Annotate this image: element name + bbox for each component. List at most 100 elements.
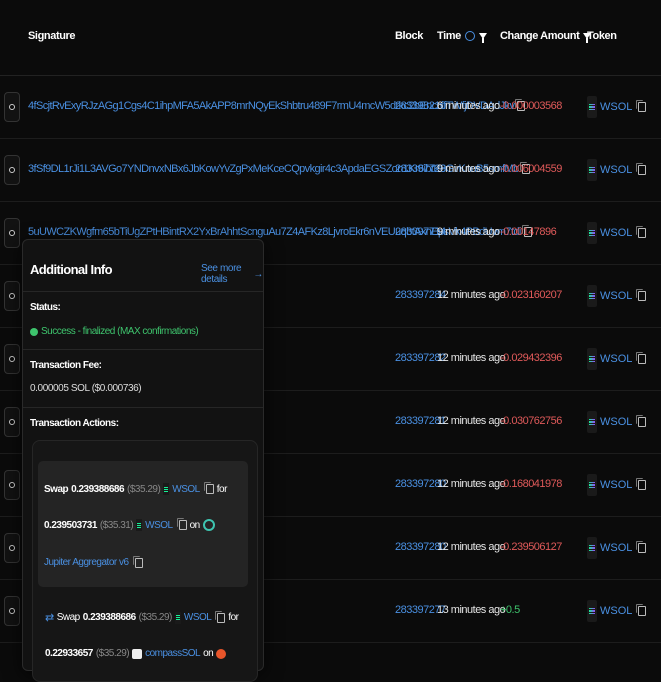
token-link[interactable]: WSOL <box>600 605 632 617</box>
wsol-icon <box>587 600 597 622</box>
token-cell: WSOL <box>587 600 647 622</box>
action-1-for: for <box>216 483 228 495</box>
actions-label: Transaction Actions: <box>30 418 119 429</box>
action-2-token-in-link[interactable]: WSOL <box>184 612 212 623</box>
time-cell: 12 minutes ago <box>437 541 506 553</box>
eye-icon <box>9 356 15 362</box>
eye-icon <box>9 104 15 110</box>
view-details-button[interactable] <box>4 218 20 248</box>
wsol-icon <box>587 474 597 496</box>
time-cell: 12 minutes ago <box>437 352 506 364</box>
see-more-label: See more details <box>201 263 242 285</box>
see-more-details-link[interactable]: See more details → <box>201 263 263 285</box>
view-details-button[interactable] <box>4 596 20 626</box>
action-1-token-in-link[interactable]: WSOL <box>172 484 200 495</box>
copy-icon[interactable] <box>203 482 214 494</box>
change-amount-cell: -0.030762756 <box>500 415 562 427</box>
divider <box>23 407 263 408</box>
time-cell: 9 minutes ago <box>437 163 500 175</box>
wsol-icon <box>587 159 597 181</box>
col-token-label: Token <box>587 30 617 42</box>
action-1-line-3: Jupiter Aggregator v6 <box>44 555 143 568</box>
wsol-icon <box>174 611 181 624</box>
copy-icon[interactable] <box>636 100 647 112</box>
token-cell: WSOL <box>587 222 647 244</box>
copy-icon[interactable] <box>132 555 143 568</box>
clock-icon[interactable] <box>464 31 475 41</box>
view-details-button[interactable] <box>4 470 20 500</box>
view-details-button[interactable] <box>4 92 20 122</box>
change-amount-cell: -0.168041978 <box>500 478 562 490</box>
action-1-program-link[interactable]: Jupiter Aggregator v6 <box>44 557 129 568</box>
action-2-on: on <box>203 648 214 659</box>
check-circle-icon <box>30 327 38 336</box>
token-link[interactable]: WSOL <box>600 227 632 239</box>
additional-info-popup: Additional Info See more details → Statu… <box>22 239 264 682</box>
action-1-token-out-link[interactable]: WSOL <box>145 520 173 531</box>
token-cell: WSOL <box>587 348 647 370</box>
transaction-actions: Swap 0.239388686 ($35.29) WSOL for 0.239… <box>32 440 258 682</box>
action-1-usd-out: ($35.31) <box>99 519 134 531</box>
view-details-button[interactable] <box>4 155 20 185</box>
change-amount-cell: -0.029432396 <box>500 352 562 364</box>
copy-icon[interactable] <box>636 289 647 301</box>
time-cell: 12 minutes ago <box>437 289 506 301</box>
action-2-amount-out: 0.22933657 <box>45 648 93 659</box>
table-header: Signature Block Time Change Amount Token <box>0 0 661 76</box>
orca-icon <box>216 648 227 659</box>
change-amount-cell: -0.000003568 <box>500 100 562 112</box>
table-row: 4fScjtRvExyRJzAGg1Cgs4C1ihpMFA5AkAPP8mrN… <box>0 76 661 139</box>
token-link[interactable]: WSOL <box>600 353 632 365</box>
swap-arrows-icon: ⇄ <box>45 612 54 624</box>
token-link[interactable]: WSOL <box>600 164 632 176</box>
wsol-icon <box>587 411 597 433</box>
status-badge: Success - finalized (MAX confirmations) <box>30 326 199 337</box>
token-cell: WSOL <box>587 474 647 496</box>
view-details-button[interactable] <box>4 533 20 563</box>
wsol-icon <box>587 96 597 118</box>
action-2-token-out-link[interactable]: compassSOL <box>145 648 201 659</box>
copy-icon[interactable] <box>636 226 647 238</box>
time-cell: 6 minutes ago <box>437 100 500 112</box>
action-1-amount-out: 0.239503731 <box>44 519 97 531</box>
eye-icon <box>9 545 15 551</box>
col-block-label: Block <box>395 30 423 42</box>
token-cell: WSOL <box>587 159 647 181</box>
view-details-button[interactable] <box>4 281 20 311</box>
view-details-button[interactable] <box>4 407 20 437</box>
view-details-button[interactable] <box>4 344 20 374</box>
copy-icon[interactable] <box>215 610 226 623</box>
eye-icon <box>9 167 15 173</box>
copy-icon[interactable] <box>176 518 187 530</box>
filter-icon[interactable] <box>478 33 487 43</box>
change-amount-cell: +0.5 <box>500 604 520 616</box>
time-cell: 9 minutes ago <box>437 226 500 238</box>
action-2-usd-in: ($35.29) <box>138 612 173 623</box>
token-link[interactable]: WSOL <box>600 101 632 113</box>
action-2-for: for <box>228 612 239 623</box>
copy-icon[interactable] <box>636 352 647 364</box>
token-link[interactable]: WSOL <box>600 479 632 491</box>
status-label: Status: <box>30 302 61 313</box>
copy-icon[interactable] <box>636 604 647 616</box>
time-cell: 13 minutes ago <box>437 604 506 616</box>
wsol-icon <box>587 537 597 559</box>
jupiter-icon <box>202 519 215 531</box>
copy-icon[interactable] <box>636 478 647 490</box>
copy-icon[interactable] <box>636 163 647 175</box>
action-1-amount-in: 0.239388686 <box>71 483 125 495</box>
divider <box>23 291 263 292</box>
copy-icon[interactable] <box>636 541 647 553</box>
action-1-prefix: Swap <box>44 483 69 495</box>
copy-icon[interactable] <box>636 415 647 427</box>
token-link[interactable]: WSOL <box>600 542 632 554</box>
action-1-line-1: Swap 0.239388686 ($35.29) WSOL for <box>44 482 228 495</box>
eye-icon <box>9 608 15 614</box>
col-signature-label: Signature <box>28 30 76 42</box>
divider <box>23 349 263 350</box>
token-link[interactable]: WSOL <box>600 290 632 302</box>
token-link[interactable]: WSOL <box>600 416 632 428</box>
eye-icon <box>9 230 15 236</box>
status-value: Success - finalized (MAX confirmations) <box>41 326 199 337</box>
time-cell: 12 minutes ago <box>437 478 506 490</box>
